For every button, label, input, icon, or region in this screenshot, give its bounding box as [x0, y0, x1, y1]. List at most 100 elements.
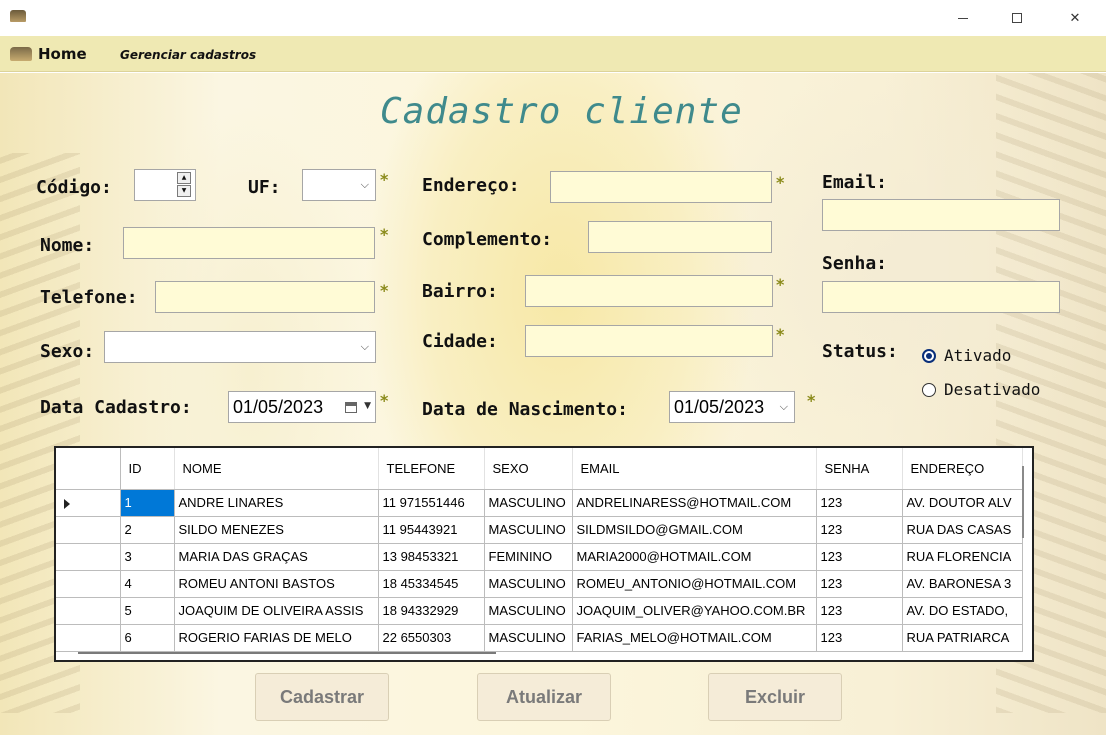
current-row-arrow-icon	[64, 498, 70, 509]
table-cell[interactable]: JOAQUIM DE OLIVEIRA ASSIS	[174, 597, 379, 625]
table-cell[interactable]: SILDO MENEZES	[174, 516, 379, 544]
table-cell[interactable]: RUA FLORENCIA	[902, 543, 1023, 571]
table-cell[interactable]: FARIAS_MELO@HOTMAIL.COM	[572, 624, 817, 652]
table-cell[interactable]: MARIA2000@HOTMAIL.COM	[572, 543, 817, 571]
data-cadastro-picker[interactable]: 01/05/2023 ▼	[228, 391, 376, 423]
table-row[interactable]: 4 ROMEU ANTONI BASTOS 18 45334545 MASCUL…	[56, 570, 1023, 598]
nome-field[interactable]	[123, 227, 375, 259]
table-cell[interactable]: ANDRE LINARES	[174, 489, 379, 517]
dropdown-arrow-icon[interactable]: ▼	[364, 401, 371, 411]
required-asterisk: *	[380, 391, 389, 410]
table-cell[interactable]: 4	[120, 570, 175, 598]
table-cell[interactable]: 22 6550303	[378, 624, 485, 652]
cidade-field[interactable]	[525, 325, 773, 357]
table-row[interactable]: 2 SILDO MENEZES 11 95443921 MASCULINO SI…	[56, 516, 1023, 544]
table-cell[interactable]: 123	[816, 543, 903, 571]
radio-label: Ativado	[944, 346, 1012, 365]
table-cell[interactable]: ANDRELINARESS@HOTMAIL.COM	[572, 489, 817, 517]
table-cell[interactable]: 1	[120, 489, 175, 517]
table-cell[interactable]: RUA PATRIARCA	[902, 624, 1023, 652]
radio-selected-icon[interactable]	[922, 348, 936, 363]
table-cell[interactable]: 2	[120, 516, 175, 544]
uf-select[interactable]: ⌵	[302, 169, 376, 201]
maximize-button[interactable]	[994, 0, 1040, 36]
row-selector[interactable]	[56, 516, 121, 544]
column-header[interactable]: EMAIL	[572, 448, 817, 490]
menu-item-home[interactable]: Home	[10, 45, 87, 63]
clients-data-grid[interactable]: ID NOME TELEFONE SEXO EMAIL SENHA ENDERE…	[54, 446, 1034, 662]
column-header[interactable]: ID	[120, 448, 175, 490]
table-cell[interactable]: 18 45334545	[378, 570, 485, 598]
column-header[interactable]: ENDEREÇO	[902, 448, 1023, 490]
complemento-field[interactable]	[588, 221, 772, 253]
cadastrar-button[interactable]: Cadastrar	[255, 673, 389, 721]
table-cell[interactable]: 18 94332929	[378, 597, 485, 625]
table-cell[interactable]: 123	[816, 489, 903, 517]
status-ativado-radio[interactable]: Ativado	[922, 346, 1011, 365]
table-cell[interactable]: JOAQUIM_OLIVER@YAHOO.COM.BR	[572, 597, 817, 625]
radio-label: Desativado	[944, 380, 1041, 399]
table-row[interactable]: 1 ANDRE LINARES 11 971551446 MASCULINO A…	[56, 489, 1023, 517]
table-cell[interactable]: 5	[120, 597, 175, 625]
table-cell[interactable]: 3	[120, 543, 175, 571]
table-cell[interactable]: ROGERIO FARIAS DE MELO	[174, 624, 379, 652]
table-cell[interactable]: ROMEU ANTONI BASTOS	[174, 570, 379, 598]
telefone-field[interactable]	[155, 281, 375, 313]
horizontal-scrollbar[interactable]	[78, 652, 496, 654]
table-cell[interactable]: 123	[816, 570, 903, 598]
status-desativado-radio[interactable]: Desativado	[922, 380, 1040, 399]
table-cell[interactable]: MASCULINO	[484, 597, 573, 625]
endereco-field[interactable]	[550, 171, 772, 203]
table-cell[interactable]: 6	[120, 624, 175, 652]
table-cell[interactable]: 11 95443921	[378, 516, 485, 544]
codigo-stepper[interactable]: ▲ ▼	[134, 169, 196, 201]
row-selector[interactable]	[56, 597, 121, 625]
radio-unselected-icon[interactable]	[922, 382, 936, 397]
column-header[interactable]: SENHA	[816, 448, 903, 490]
email-label: Email:	[822, 172, 888, 193]
table-cell[interactable]: AV. DOUTOR ALV	[902, 489, 1023, 517]
row-selector[interactable]	[56, 489, 121, 517]
table-row[interactable]: 5 JOAQUIM DE OLIVEIRA ASSIS 18 94332929 …	[56, 597, 1023, 625]
table-cell[interactable]: 123	[816, 624, 903, 652]
calendar-icon[interactable]	[345, 402, 357, 413]
table-cell[interactable]: 123	[816, 516, 903, 544]
row-selector[interactable]	[56, 543, 121, 571]
row-selector[interactable]	[56, 570, 121, 598]
table-cell[interactable]: MASCULINO	[484, 516, 573, 544]
table-cell[interactable]: SILDMSILDO@GMAIL.COM	[572, 516, 817, 544]
sexo-select[interactable]: ⌵	[104, 331, 376, 363]
row-selector[interactable]	[56, 624, 121, 652]
nome-label: Nome:	[40, 235, 95, 256]
table-cell[interactable]: FEMININO	[484, 543, 573, 571]
column-header[interactable]: NOME	[174, 448, 379, 490]
vertical-scrollbar[interactable]	[1022, 466, 1024, 538]
column-header[interactable]: TELEFONE	[378, 448, 485, 490]
table-cell[interactable]: AV. BARONESA 3	[902, 570, 1023, 598]
table-row[interactable]: 6 ROGERIO FARIAS DE MELO 22 6550303 MASC…	[56, 624, 1023, 652]
menu-item-gerenciar-cadastros[interactable]: Gerenciar cadastros	[120, 48, 256, 62]
table-cell[interactable]: 123	[816, 597, 903, 625]
email-field[interactable]	[822, 199, 1060, 231]
table-cell[interactable]: 11 971551446	[378, 489, 485, 517]
stepper-buttons[interactable]: ▲ ▼	[177, 172, 193, 198]
atualizar-button[interactable]: Atualizar	[477, 673, 611, 721]
minimize-button[interactable]	[940, 0, 986, 36]
data-nascimento-picker[interactable]: 01/05/2023 ⌵	[669, 391, 795, 423]
stepper-down-icon[interactable]: ▼	[177, 185, 191, 197]
table-cell[interactable]: MASCULINO	[484, 489, 573, 517]
column-header[interactable]: SEXO	[484, 448, 573, 490]
stepper-up-icon[interactable]: ▲	[177, 172, 191, 184]
table-cell[interactable]: 13 98453321	[378, 543, 485, 571]
table-cell[interactable]: AV. DO ESTADO,	[902, 597, 1023, 625]
senha-field[interactable]	[822, 281, 1060, 313]
table-cell[interactable]: MASCULINO	[484, 624, 573, 652]
table-cell[interactable]: MARIA DAS GRAÇAS	[174, 543, 379, 571]
table-cell[interactable]: RUA DAS CASAS	[902, 516, 1023, 544]
table-cell[interactable]: MASCULINO	[484, 570, 573, 598]
bairro-field[interactable]	[525, 275, 773, 307]
excluir-button[interactable]: Excluir	[708, 673, 842, 721]
close-button[interactable]: ✕	[1052, 0, 1098, 36]
table-cell[interactable]: ROMEU_ANTONIO@HOTMAIL.COM	[572, 570, 817, 598]
table-row[interactable]: 3 MARIA DAS GRAÇAS 13 98453321 FEMININO …	[56, 543, 1023, 571]
